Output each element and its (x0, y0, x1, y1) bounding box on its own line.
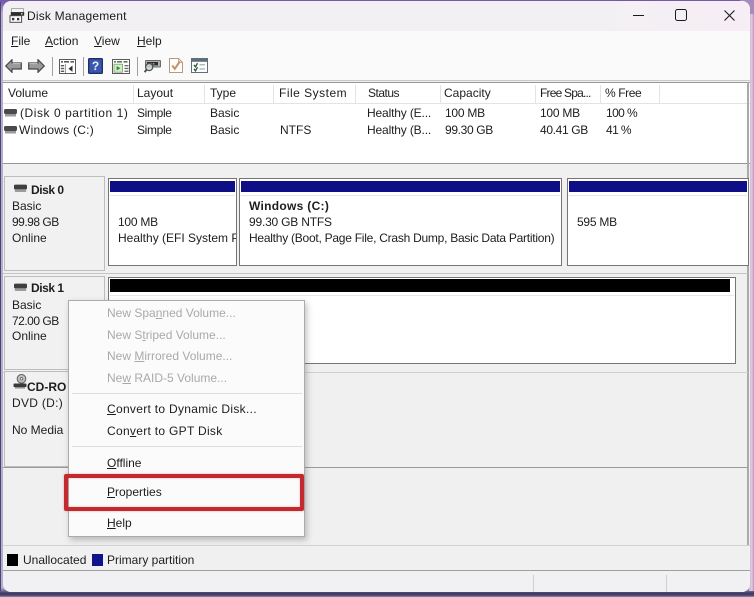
svg-text:?: ? (92, 59, 99, 73)
